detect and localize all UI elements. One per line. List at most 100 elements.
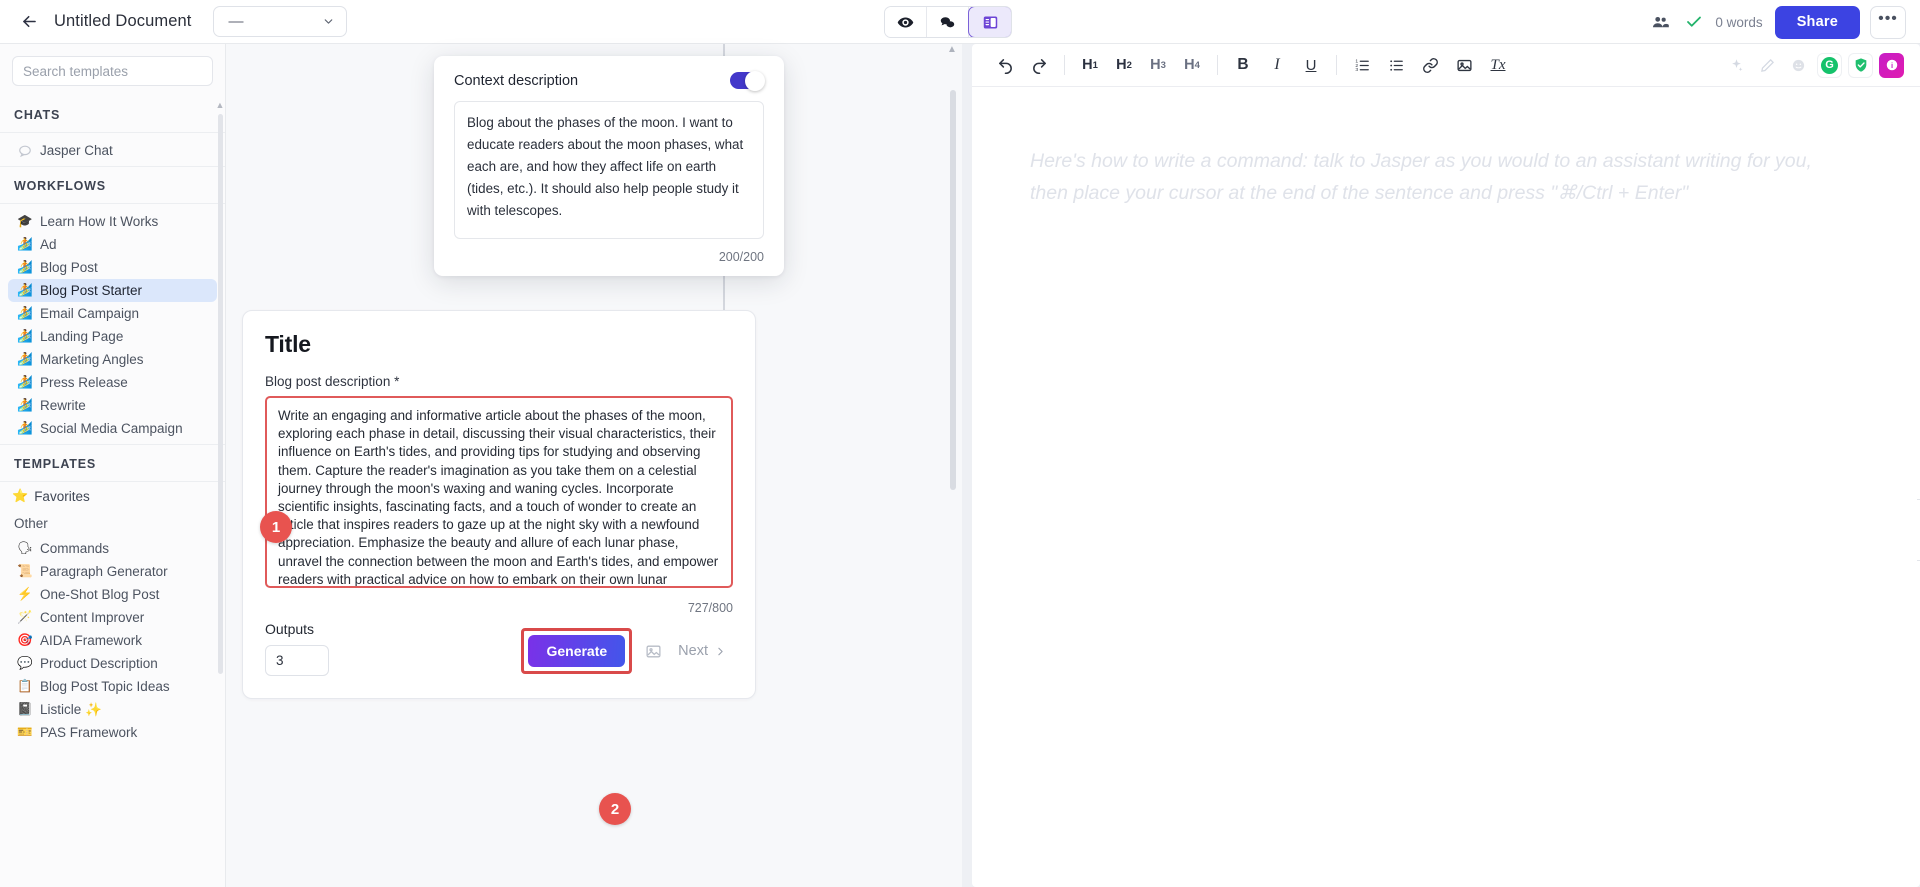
image-icon[interactable] — [1447, 50, 1481, 80]
sidebar-scroll-up-arrow[interactable]: ▲ — [215, 100, 225, 110]
grammarly-letter: G — [1821, 56, 1838, 74]
sidebar-item-label: Blog Post — [40, 260, 98, 275]
top-bar: Untitled Document — 0 words Share ••• — [0, 0, 1920, 44]
sidebar-item-blog-post-topic-ideas[interactable]: 📋 Blog Post Topic Ideas — [8, 675, 217, 698]
context-description-popover: Context description 200/200 — [434, 56, 784, 276]
toggle-knob — [745, 70, 765, 91]
undo-icon[interactable] — [988, 50, 1022, 80]
sidebar-item-landing-page[interactable]: 🏄 Landing Page — [8, 325, 217, 348]
workflow-scrollbar[interactable] — [950, 90, 956, 490]
smiley-icon[interactable] — [1786, 53, 1811, 78]
bullet-list-button[interactable] — [1379, 50, 1413, 80]
surfer-icon: 🏄 — [17, 375, 33, 389]
sidebar-item-press-release[interactable]: 🏄 Press Release — [8, 371, 217, 394]
sidebar-item-label: Content Improver — [40, 610, 145, 625]
comments-button[interactable] — [927, 7, 969, 37]
back-arrow-icon[interactable] — [14, 7, 44, 37]
ordered-list-button[interactable]: 123 — [1345, 50, 1379, 80]
clear-formatting-button[interactable]: Tx — [1481, 50, 1515, 80]
editor-toolbar: H1 H2 H3 H4 B I U 123 Tx G i — [972, 44, 1920, 87]
scroll-icon: 📜 — [17, 564, 33, 578]
popover-header: Context description — [454, 70, 765, 91]
sidebar-item-label: PAS Framework — [40, 725, 138, 740]
heading-1-level: 1 — [1092, 59, 1098, 71]
chevron-down-icon — [325, 19, 333, 24]
sidebar-item-jasper-chat[interactable]: Jasper Chat — [8, 139, 217, 162]
sidebar-item-commands[interactable]: 🗣 Commands — [8, 537, 217, 560]
sidebar-item-label: Ad — [40, 237, 57, 252]
sidebar-item-social-media-campaign[interactable]: 🏄 Social Media Campaign — [8, 417, 217, 440]
shield-icon[interactable] — [1848, 52, 1873, 78]
sidebar-item-listicle[interactable]: 📓 Listicle ✨ — [8, 698, 217, 721]
sidebar-item-blog-post-starter[interactable]: 🏄 Blog Post Starter — [8, 279, 217, 302]
sidebar-item-ad[interactable]: 🏄 Ad — [8, 233, 217, 256]
toolbar-divider — [1064, 55, 1065, 75]
editor-body[interactable]: Here's how to write a command: talk to J… — [972, 87, 1920, 267]
surfer-icon: 🏄 — [17, 260, 33, 274]
sidebar-item-label: Email Campaign — [40, 306, 140, 321]
svg-text:i: i — [1890, 61, 1892, 70]
sidebar-item-marketing-angles[interactable]: 🏄 Marketing Angles — [8, 348, 217, 371]
surfer-icon: 🏄 — [17, 398, 33, 412]
sidebar-item-one-shot-blog-post[interactable]: ⚡ One-Shot Blog Post — [8, 583, 217, 606]
search-input[interactable] — [12, 56, 213, 86]
sidebar-item-blog-post[interactable]: 🏄 Blog Post — [8, 256, 217, 279]
blog-post-description-input[interactable] — [265, 396, 733, 588]
sidebar-item-aida-framework[interactable]: 🎯 AIDA Framework — [8, 629, 217, 652]
document-type-select[interactable]: — — [213, 6, 348, 37]
italic-button[interactable]: I — [1260, 50, 1294, 80]
heading-2-button[interactable]: H2 — [1107, 50, 1141, 80]
underline-button[interactable]: U — [1294, 50, 1328, 80]
speaking-head-icon: 🗣 — [17, 541, 33, 555]
preview-eye-button[interactable] — [885, 7, 927, 37]
heading-3-button[interactable]: H3 — [1141, 50, 1175, 80]
sidebar-item-product-description[interactable]: 💬 Product Description — [8, 652, 217, 675]
sidebar-item-label: Social Media Campaign — [40, 421, 183, 436]
sidebar-item-label: Blog Post Starter — [40, 283, 143, 298]
share-button[interactable]: Share — [1774, 5, 1860, 39]
chevron-right-icon — [718, 647, 723, 655]
sidebar-item-favorites[interactable]: ⭐ Favorites — [0, 482, 225, 508]
workflow-scroll-up-arrow[interactable]: ▲ — [947, 44, 957, 55]
sidebar-item-pas-framework[interactable]: 🎫 PAS Framework — [8, 721, 217, 744]
sidebar-item-paragraph-generator[interactable]: 📜 Paragraph Generator — [8, 560, 217, 583]
sidebar-item-label: Commands — [40, 541, 110, 556]
people-icon[interactable] — [1643, 5, 1677, 39]
generate-button[interactable]: Generate — [528, 635, 626, 667]
extension-badge-icon[interactable]: i — [1879, 52, 1904, 78]
link-icon[interactable] — [1413, 50, 1447, 80]
star-icon: ⭐ — [12, 488, 29, 503]
insert-image-icon[interactable] — [636, 635, 670, 667]
bold-button[interactable]: B — [1226, 50, 1260, 80]
lightning-icon: ⚡ — [17, 587, 33, 601]
document-type-value: — — [228, 13, 244, 30]
view-mode-toggle-group — [884, 6, 1012, 38]
heading-1-button[interactable]: H1 — [1073, 50, 1107, 80]
sidebar-item-content-improver[interactable]: 🪄 Content Improver — [8, 606, 217, 629]
generate-actions: Generate Next — [521, 628, 733, 676]
pen-icon[interactable] — [1755, 53, 1780, 78]
split-view-button[interactable] — [968, 7, 1011, 37]
context-description-toggle[interactable] — [730, 70, 765, 91]
heading-4-button[interactable]: H4 — [1175, 50, 1209, 80]
context-description-input[interactable] — [454, 101, 764, 239]
redo-icon[interactable] — [1022, 50, 1056, 80]
outputs-input[interactable] — [265, 645, 329, 676]
section-heading-workflows: WORKFLOWS — [0, 166, 225, 204]
sidebar-item-rewrite[interactable]: 🏄 Rewrite — [8, 394, 217, 417]
ticket-icon: 🎫 — [17, 725, 33, 739]
grammarly-icon[interactable]: G — [1817, 52, 1842, 78]
surfer-icon: 🏄 — [17, 329, 33, 343]
sparkle-icon[interactable] — [1724, 53, 1749, 78]
annotation-badge-2: 2 — [599, 793, 631, 825]
more-options-button[interactable]: ••• — [1870, 5, 1906, 39]
sidebar-item-email-campaign[interactable]: 🏄 Email Campaign — [8, 302, 217, 325]
description-char-count: 727/800 — [687, 601, 733, 615]
outputs-label: Outputs — [265, 621, 315, 637]
sidebar-scrollbar[interactable] — [218, 114, 223, 674]
toolbar-divider — [1336, 55, 1337, 75]
sidebar-item-learn-how-it-works[interactable]: 🎓 Learn How It Works — [8, 210, 217, 233]
surfer-icon: 🏄 — [17, 306, 33, 320]
next-button[interactable]: Next — [670, 635, 733, 667]
chat-bubble-icon — [14, 144, 36, 158]
